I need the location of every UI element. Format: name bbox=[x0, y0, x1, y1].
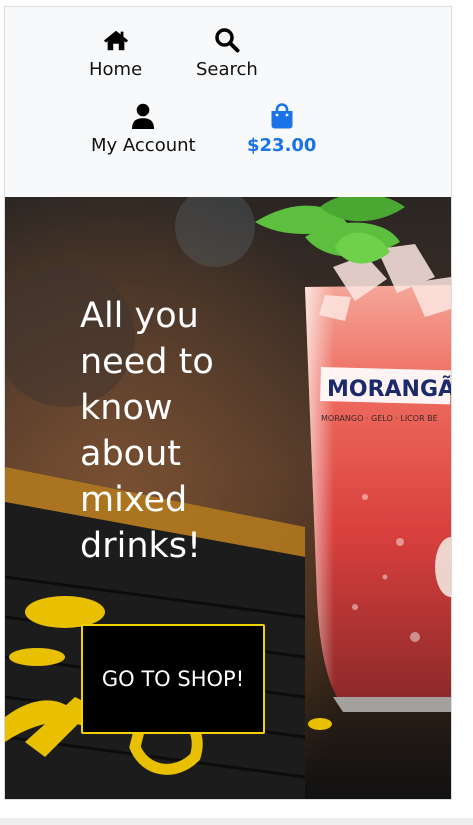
nav-cart[interactable]: $23.00 bbox=[247, 103, 316, 156]
svg-text:MORANGÃO: MORANGÃO bbox=[327, 376, 451, 402]
go-to-shop-button[interactable]: GO TO SHOP! bbox=[81, 624, 265, 734]
nav-search-label: Search bbox=[196, 59, 258, 80]
search-icon bbox=[214, 27, 240, 53]
nav-home-label: Home bbox=[89, 59, 143, 80]
nav-search[interactable]: Search bbox=[196, 27, 258, 80]
bottom-scroll-area bbox=[0, 818, 473, 825]
page-frame: Home Search My Account $23.00 MORANG MOR… bbox=[4, 6, 452, 800]
hero-banner: MORANGÃO MORANGO · GELO · LICOR BE All y… bbox=[5, 197, 451, 799]
shopping-bag-icon bbox=[269, 103, 295, 129]
top-navigation: Home Search My Account $23.00 bbox=[5, 7, 451, 197]
home-icon bbox=[103, 27, 129, 53]
nav-home[interactable]: Home bbox=[89, 27, 142, 80]
nav-my-account-label: My Account bbox=[91, 135, 196, 156]
user-icon bbox=[130, 103, 156, 129]
svg-text:MORANGO · GELO · LICOR BE: MORANGO · GELO · LICOR BE bbox=[321, 414, 438, 423]
cart-total: $23.00 bbox=[247, 135, 317, 156]
hero-heading: All you need to know about mixed drinks! bbox=[80, 296, 214, 566]
nav-my-account[interactable]: My Account bbox=[91, 103, 196, 156]
